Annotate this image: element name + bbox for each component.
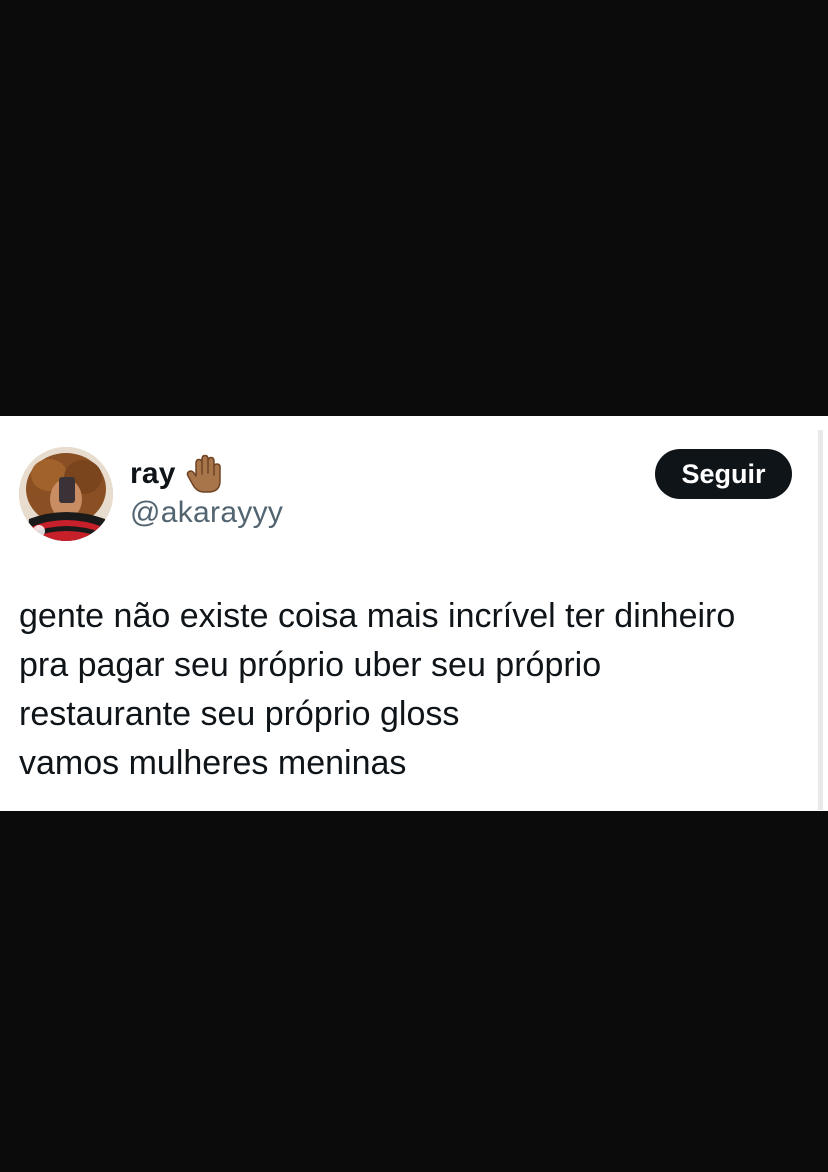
tweet-line: restaurante seu próprio gloss bbox=[19, 695, 460, 733]
scrollbar-track bbox=[818, 430, 823, 810]
tweet-line: vamos mulheres meninas bbox=[19, 744, 407, 782]
page: ray @akarayyy Seguir gente não existe co… bbox=[0, 0, 828, 1172]
raised-hand-icon bbox=[186, 454, 221, 493]
tweet-line: pra pagar seu próprio uber seu próprio bbox=[19, 646, 602, 684]
avatar[interactable] bbox=[19, 447, 113, 541]
author-handle[interactable]: @akarayyy bbox=[130, 496, 283, 530]
follow-button[interactable]: Seguir bbox=[655, 449, 792, 499]
display-name[interactable]: ray bbox=[130, 457, 176, 491]
avatar-photo-icon bbox=[19, 447, 113, 541]
tweet-text: gente não existe coisa mais incrível ter… bbox=[19, 592, 809, 788]
tweet-card[interactable]: ray @akarayyy Seguir gente não existe co… bbox=[0, 416, 828, 811]
tweet-line: gente não existe coisa mais incrível ter… bbox=[19, 597, 736, 635]
author-name-row[interactable]: ray bbox=[130, 454, 224, 494]
